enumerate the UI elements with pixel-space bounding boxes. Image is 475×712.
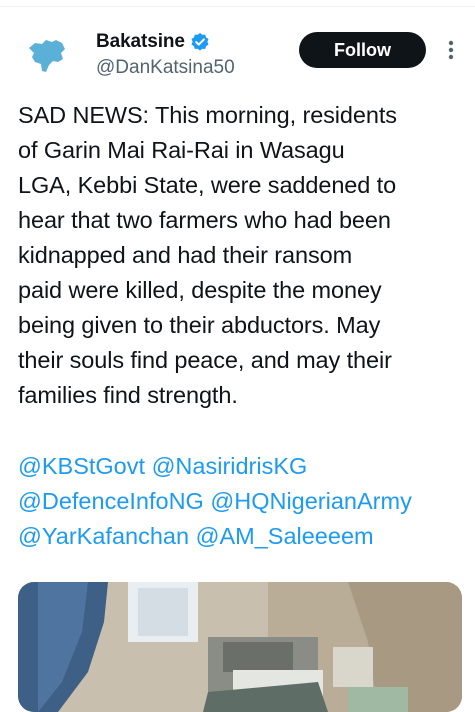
photo-image xyxy=(18,582,462,712)
tweet-line: of Garin Mai Rai-Rai in Wasagu xyxy=(18,137,345,163)
mention-link[interactable]: @AM_Saleeeem xyxy=(196,523,374,549)
follow-button[interactable]: Follow xyxy=(299,32,426,68)
tweet-mentions: @KBStGovt @NasiridrisKG @DefenceInfoNG @… xyxy=(18,449,473,554)
tweet-line: being given to their abductors. May xyxy=(18,312,381,338)
mention-line: @DefenceInfoNG @HQNigerianArmy xyxy=(18,484,473,519)
tweet-line: their souls find peace, and may their xyxy=(18,347,392,373)
avatar[interactable] xyxy=(18,28,74,84)
mention-link[interactable]: @KBStGovt xyxy=(18,453,145,479)
map-silhouette-avatar-icon xyxy=(29,40,65,72)
author-display-name[interactable]: Bakatsine xyxy=(96,31,185,53)
mention-link[interactable]: @DefenceInfoNG xyxy=(18,488,204,514)
author-handle[interactable]: @DanKatsina50 xyxy=(96,57,235,79)
mention-link[interactable]: @HQNigerianArmy xyxy=(210,488,411,514)
tweet-media-photo[interactable] xyxy=(18,582,462,712)
author-name-row: Bakatsine xyxy=(96,31,210,53)
tweet-line: hear that two farmers who had been xyxy=(18,207,391,233)
tweet-line: kidnapped and had their ransom xyxy=(18,242,353,268)
mention-link[interactable]: @YarKafanchan xyxy=(18,523,189,549)
tweet-line: paid were killed, despite the money xyxy=(18,277,382,303)
mention-line: @KBStGovt @NasiridrisKG xyxy=(18,449,473,484)
mention-link[interactable]: @NasiridrisKG xyxy=(152,453,308,479)
tweet-body: SAD NEWS: This morning, residents of Gar… xyxy=(18,98,468,413)
more-vertical-icon[interactable] xyxy=(441,38,461,62)
mention-line: @YarKafanchan @AM_Saleeeem xyxy=(18,519,473,554)
tweet-line: families find strength. xyxy=(18,382,238,408)
tweet-line: SAD NEWS: This morning, residents xyxy=(18,102,397,128)
tweet-line: LGA, Kebbi State, were saddened to xyxy=(18,172,397,198)
tweet-header: Bakatsine @DanKatsina50 Follow xyxy=(0,0,475,100)
verified-badge-icon xyxy=(190,32,210,52)
